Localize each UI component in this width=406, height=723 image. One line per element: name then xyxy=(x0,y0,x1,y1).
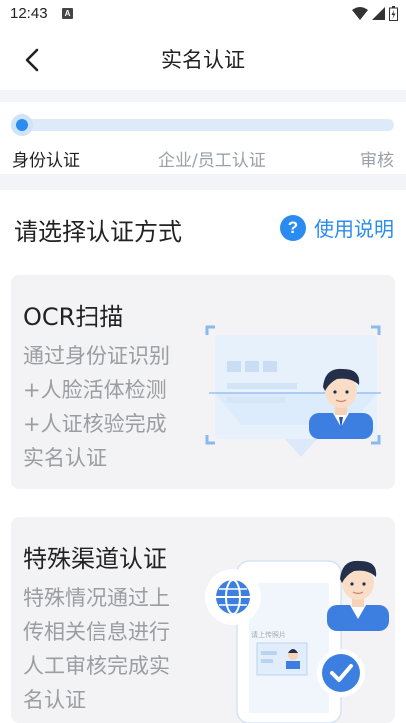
card-description: 通过身份证识别 +人脸活体检测 +人证核验完成 实名认证 xyxy=(23,339,201,475)
section-title: 请选择认证方式 xyxy=(14,218,182,246)
manual-review-illustration: 请上传照片 xyxy=(205,560,389,723)
progress-track xyxy=(14,119,394,131)
status-bar: 12:43 A xyxy=(0,0,406,28)
id-scan-illustration xyxy=(205,325,381,457)
ocr-scan-card[interactable]: OCR扫描 通过身份证识别 +人脸活体检测 +人证核验完成 实名认证 xyxy=(11,275,395,489)
desc-line: 名认证 xyxy=(23,688,86,712)
help-label: 使用说明 xyxy=(314,217,394,241)
nav-bar: 实名认证 xyxy=(0,28,406,90)
special-channel-card[interactable]: 特殊渠道认证 特殊情况通过上 传相关信息进行 人工审核完成实 名认证 请上传照片 xyxy=(11,517,395,723)
step-identity: 身份认证 xyxy=(12,151,80,171)
divider-band xyxy=(0,90,406,102)
step-company: 企业/员工认证 xyxy=(158,151,266,171)
step-review: 审核 xyxy=(360,151,394,171)
card-description: 特殊情况通过上 传相关信息进行 人工审核完成实 名认证 xyxy=(23,581,201,717)
desc-line: 人工审核完成实 xyxy=(23,654,170,678)
progress-steps: 身份认证 企业/员工认证 审核 xyxy=(0,102,406,174)
card-title: OCR扫描 xyxy=(23,303,124,331)
desc-line: 实名认证 xyxy=(23,446,107,470)
desc-line: +人脸活体检测 xyxy=(23,378,167,402)
notification-icon: A xyxy=(62,8,73,19)
desc-line: 通过身份证识别 xyxy=(23,344,170,368)
desc-line: 特殊情况通过上 xyxy=(23,586,170,610)
card-title: 特殊渠道认证 xyxy=(23,545,167,573)
desc-line: +人证核验完成 xyxy=(23,412,167,436)
wifi-icon xyxy=(352,7,368,20)
question-icon: ? xyxy=(280,214,306,241)
battery-icon xyxy=(389,6,398,21)
divider-band xyxy=(0,174,406,190)
upload-photo-text: 请上传照片 xyxy=(251,630,286,639)
status-time: 12:43 xyxy=(10,5,48,22)
help-link[interactable]: ? 使用说明 xyxy=(280,213,394,242)
method-header: 请选择认证方式 ? 使用说明 xyxy=(0,190,406,266)
desc-line: 传相关信息进行 xyxy=(23,620,170,644)
status-icons xyxy=(352,6,398,21)
page-title: 实名认证 xyxy=(161,48,245,72)
signal-icon xyxy=(372,7,385,20)
progress-current-dot xyxy=(11,114,33,136)
